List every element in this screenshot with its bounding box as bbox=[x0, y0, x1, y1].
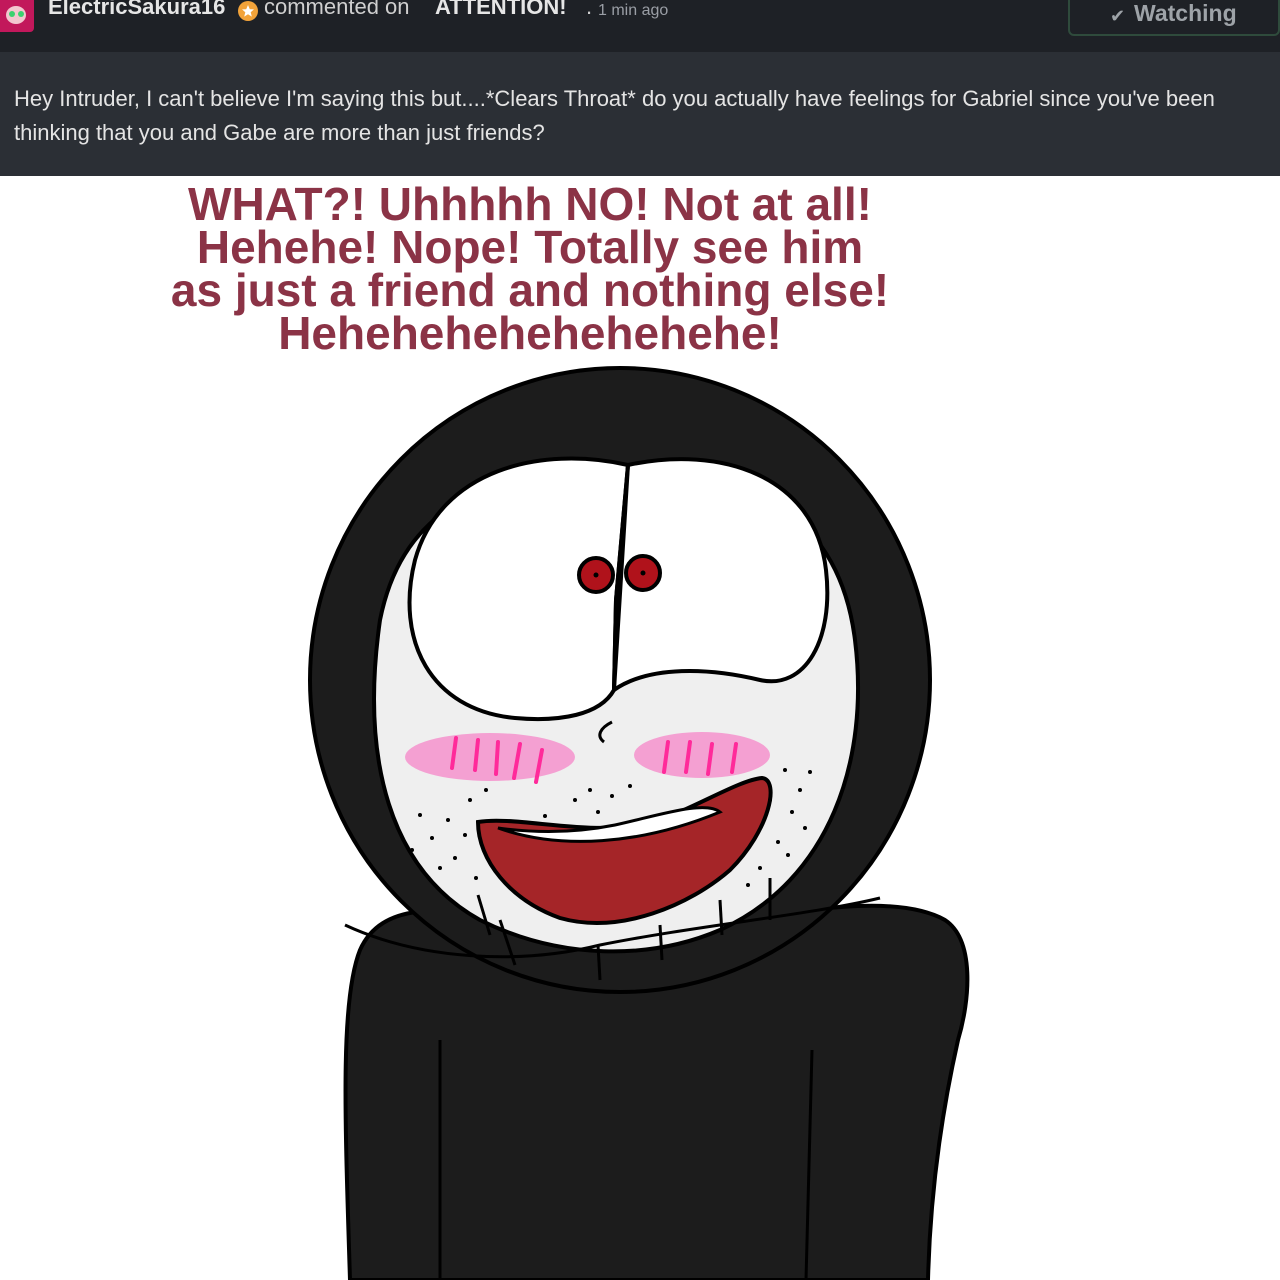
comment-header: ElectricSakura16 commented on ATTENTION!… bbox=[0, 0, 1280, 52]
deviation-title-link[interactable]: ATTENTION! bbox=[435, 0, 567, 20]
comment-text: Hey Intruder, I can't believe I'm saying… bbox=[14, 86, 1215, 145]
user-avatar[interactable] bbox=[0, 0, 34, 32]
watching-label: Watching bbox=[1134, 0, 1237, 26]
comment-timestamp[interactable]: 1 min ago bbox=[598, 2, 668, 20]
avatar-eye-left bbox=[9, 11, 15, 17]
right-blush bbox=[634, 732, 770, 778]
watching-button[interactable]: ✔ Watching bbox=[1068, 0, 1280, 36]
checkmark-icon: ✔ bbox=[1110, 6, 1126, 26]
character-artwork bbox=[308, 366, 970, 1280]
comment-action-text: commented on bbox=[264, 0, 410, 19]
username-link[interactable]: ElectricSakura16 bbox=[48, 0, 225, 20]
avatar-eye-right bbox=[18, 11, 24, 17]
separator-dot: . bbox=[586, 0, 593, 19]
comment-body: Hey Intruder, I can't believe I'm saying… bbox=[0, 52, 1280, 176]
left-blush bbox=[405, 733, 575, 781]
core-member-badge-icon bbox=[238, 1, 258, 21]
